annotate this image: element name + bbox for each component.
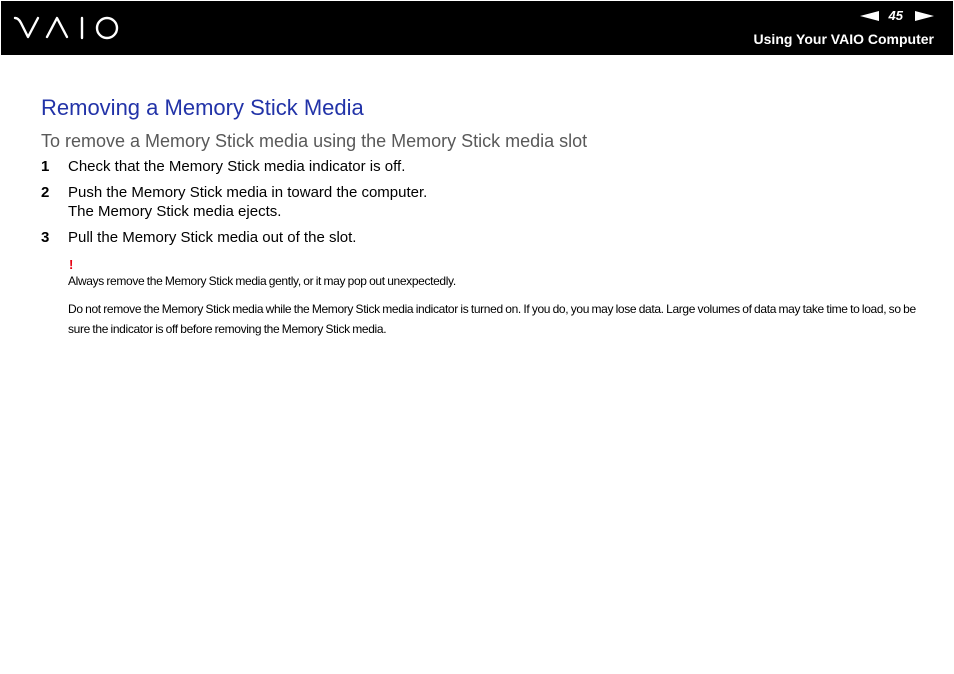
- step-text: Pull the Memory Stick media out of the s…: [68, 229, 357, 246]
- warning-icon: !: [69, 257, 74, 272]
- section-title: Using Your VAIO Computer: [753, 31, 934, 47]
- prev-page-arrow-icon[interactable]: [859, 11, 879, 21]
- vaio-logo: [13, 16, 119, 40]
- step-number: 2: [41, 184, 50, 201]
- page-number: 45: [888, 8, 903, 23]
- page-title: Removing a Memory Stick Media: [41, 95, 364, 120]
- warning-text: Do not remove the Memory Stick media whi…: [68, 302, 916, 336]
- steps-list: 1 Check that the Memory Stick media indi…: [41, 157, 921, 247]
- page-content: Removing a Memory Stick Media To remove …: [41, 95, 921, 339]
- warning-text: Always remove the Memory Stick media gen…: [68, 274, 456, 288]
- step-text: Check that the Memory Stick media indica…: [68, 158, 406, 175]
- step-number: 3: [41, 229, 50, 246]
- warning-note: ! Always remove the Memory Stick media g…: [68, 257, 921, 339]
- page-header: 45 Using Your VAIO Computer: [1, 1, 953, 55]
- step-text: Push the Memory Stick media in toward th…: [68, 184, 428, 201]
- step-item: 1 Check that the Memory Stick media indi…: [41, 157, 921, 176]
- next-page-arrow-icon[interactable]: [915, 11, 934, 21]
- step-result-text: The Memory Stick media ejects.: [68, 203, 282, 220]
- procedure-title: To remove a Memory Stick media using the…: [41, 131, 588, 151]
- step-number: 1: [41, 158, 50, 175]
- step-item: 3 Pull the Memory Stick media out of the…: [41, 228, 921, 247]
- page-navigation: 45: [859, 8, 934, 23]
- step-item: 2 Push the Memory Stick media in toward …: [41, 183, 921, 221]
